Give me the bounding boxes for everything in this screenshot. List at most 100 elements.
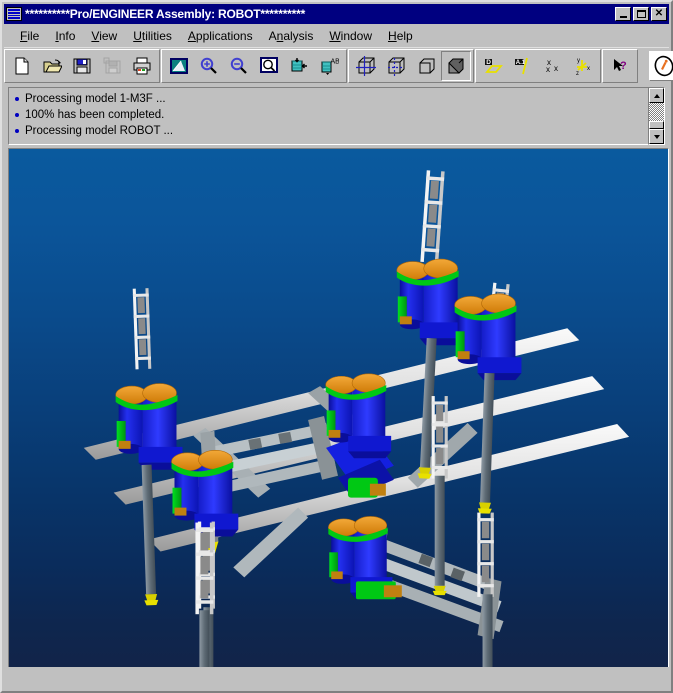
close-icon: ✕ bbox=[654, 8, 664, 19]
no-hidden-icon bbox=[419, 58, 435, 74]
menu-item-info[interactable]: Info bbox=[47, 27, 83, 45]
hidden-line-button[interactable] bbox=[381, 51, 411, 81]
print-button[interactable] bbox=[127, 51, 157, 81]
message-line: 100% has been completed. bbox=[15, 107, 652, 123]
window-title: **********Pro/ENGINEER Assembly: ROBOT**… bbox=[25, 7, 306, 21]
title-bar: **********Pro/ENGINEER Assembly: ROBOT**… bbox=[4, 4, 669, 24]
context-help-icon: ? bbox=[614, 59, 627, 72]
save-copy-icon bbox=[103, 57, 121, 74]
graphics-window[interactable] bbox=[8, 148, 669, 668]
proe-logo-button[interactable] bbox=[649, 51, 673, 81]
message-scrollbar[interactable] bbox=[648, 87, 665, 145]
minimize-button[interactable] bbox=[615, 7, 631, 21]
layer-in-icon bbox=[291, 58, 307, 72]
open-folder-icon bbox=[43, 59, 62, 73]
scroll-up-arrow bbox=[653, 93, 660, 98]
new-file-button[interactable] bbox=[7, 51, 37, 81]
svg-text:x: x bbox=[554, 64, 558, 73]
message-line: Processing model ROBOT ... bbox=[15, 123, 652, 139]
datum-plane-icon: D bbox=[485, 59, 503, 73]
robot-model-render bbox=[83, 170, 630, 667]
repaint-button[interactable] bbox=[164, 51, 194, 81]
message-area: Processing model 1-M3F ... 100% has been… bbox=[8, 87, 653, 145]
toolbar-group-datum: D A.1 x x x y z x bbox=[475, 49, 601, 83]
svg-text:AB: AB bbox=[331, 59, 340, 66]
toolbar-group-spacer bbox=[639, 49, 645, 83]
close-button[interactable]: ✕ bbox=[651, 7, 667, 21]
save-icon bbox=[73, 58, 91, 74]
scrollbar-track[interactable] bbox=[649, 103, 664, 129]
message-list: Processing model 1-M3F ... 100% has been… bbox=[9, 88, 652, 139]
message-text: Processing model ROBOT ... bbox=[25, 125, 174, 137]
annotate-ab-icon: AB bbox=[321, 59, 340, 75]
proe-logo-icon bbox=[654, 55, 673, 77]
svg-text:z: z bbox=[576, 71, 579, 76]
toolbar-group-file bbox=[4, 49, 160, 83]
viewport-background[interactable] bbox=[9, 149, 668, 667]
shaded-button[interactable] bbox=[441, 51, 471, 81]
save-copy-button[interactable] bbox=[97, 51, 127, 81]
message-text: 100% has been completed. bbox=[25, 109, 165, 121]
layer-button[interactable] bbox=[284, 51, 314, 81]
window-controls: ✕ bbox=[615, 7, 667, 21]
menu-item-help[interactable]: Help bbox=[380, 27, 421, 45]
datum-csys-icon: y z x bbox=[576, 58, 590, 76]
zoom-in-icon bbox=[200, 57, 217, 74]
maximize-button[interactable] bbox=[633, 7, 649, 21]
datum-point-icon: x x x bbox=[546, 58, 558, 74]
zoom-area-icon bbox=[260, 57, 278, 73]
toolbar-group-display-style bbox=[348, 49, 474, 83]
datum-axis-button[interactable]: A.1 bbox=[508, 51, 538, 81]
message-text: Processing model 1-M3F ... bbox=[25, 93, 166, 105]
new-file-icon bbox=[15, 57, 29, 75]
proengineer-window: **********Pro/ENGINEER Assembly: ROBOT**… bbox=[0, 0, 673, 693]
menu-item-window[interactable]: Window bbox=[321, 27, 380, 45]
repaint-icon bbox=[170, 58, 188, 74]
datum-axis-icon: A.1 bbox=[515, 57, 528, 75]
zoom-in-button[interactable] bbox=[194, 51, 224, 81]
scrollbar-thumb[interactable] bbox=[649, 121, 664, 129]
wireframe-button[interactable] bbox=[351, 51, 381, 81]
toolbar-group-brand bbox=[646, 49, 673, 83]
open-file-button[interactable] bbox=[37, 51, 67, 81]
datum-csys-button[interactable]: y z x bbox=[568, 51, 598, 81]
svg-text:?: ? bbox=[620, 60, 627, 72]
scroll-down-button[interactable] bbox=[649, 129, 664, 144]
zoom-area-button[interactable] bbox=[254, 51, 284, 81]
datum-point-button[interactable]: x x x bbox=[538, 51, 568, 81]
menu-item-view[interactable]: View bbox=[83, 27, 125, 45]
annotate-button[interactable]: AB bbox=[314, 51, 344, 81]
menu-item-applications[interactable]: Applications bbox=[180, 27, 261, 45]
bullet-icon bbox=[15, 97, 19, 101]
datum-plane-button[interactable]: D bbox=[478, 51, 508, 81]
menu-bar: File Info View Utilities Applications An… bbox=[4, 26, 669, 46]
toolbar-group-help: ? bbox=[602, 49, 638, 83]
toolbar-group-view: AB bbox=[161, 49, 347, 83]
svg-text:D: D bbox=[486, 59, 491, 66]
system-menu-icon[interactable] bbox=[6, 7, 22, 21]
toolbar: AB D A.1 x x x y z x ? bbox=[4, 47, 673, 84]
context-help-button[interactable]: ? bbox=[605, 51, 635, 81]
svg-text:x: x bbox=[546, 65, 550, 74]
hidden-line-icon bbox=[388, 57, 405, 76]
shaded-icon bbox=[448, 58, 464, 74]
robot-joint-lower-middle bbox=[327, 515, 402, 600]
svg-text:x: x bbox=[587, 66, 590, 72]
no-hidden-button[interactable] bbox=[411, 51, 441, 81]
robot-arm-left bbox=[115, 288, 183, 606]
svg-text:y: y bbox=[577, 58, 580, 64]
status-bar bbox=[4, 667, 669, 689]
zoom-out-button[interactable] bbox=[224, 51, 254, 81]
wireframe-icon bbox=[356, 56, 376, 76]
message-line: Processing model 1-M3F ... bbox=[15, 91, 652, 107]
scroll-up-button[interactable] bbox=[649, 88, 664, 103]
bullet-icon bbox=[15, 113, 19, 117]
menu-item-analysis[interactable]: Analysis bbox=[261, 27, 322, 45]
save-button[interactable] bbox=[67, 51, 97, 81]
scroll-down-arrow bbox=[653, 134, 660, 139]
print-icon bbox=[133, 57, 151, 75]
zoom-out-icon bbox=[230, 57, 247, 74]
menu-item-file[interactable]: File bbox=[12, 27, 47, 45]
bullet-icon bbox=[15, 129, 19, 133]
menu-item-utilities[interactable]: Utilities bbox=[125, 27, 180, 45]
